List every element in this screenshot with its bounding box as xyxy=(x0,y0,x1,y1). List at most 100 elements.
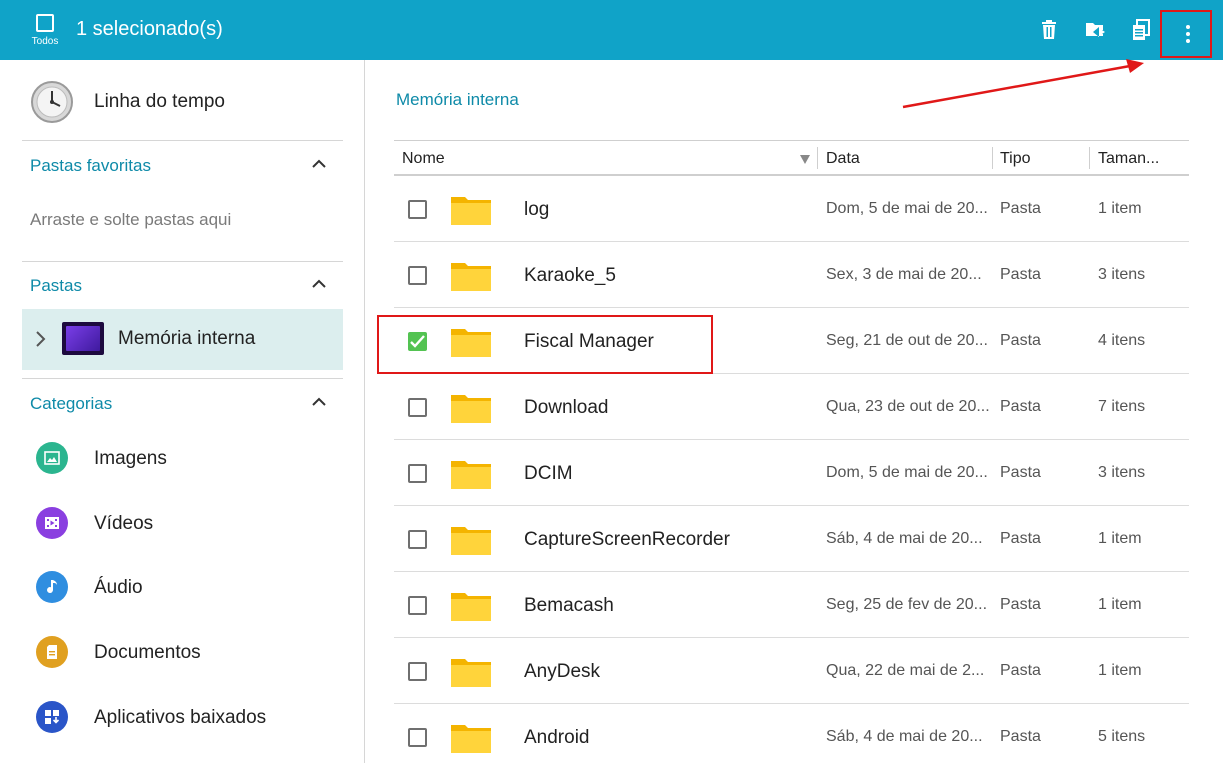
file-type: Pasta xyxy=(1000,530,1041,547)
file-list-panel: Memória interna Nome Data Tipo Taman... … xyxy=(366,60,1223,763)
row-checkbox[interactable] xyxy=(408,662,427,681)
file-type: Pasta xyxy=(1000,266,1041,283)
file-date: Sáb, 4 de mai de 20... xyxy=(826,728,983,745)
file-type: Pasta xyxy=(1000,596,1041,613)
chevron-up-icon[interactable] xyxy=(310,393,328,411)
file-date: Seg, 21 de out de 20... xyxy=(826,332,988,349)
file-name: AnyDesk xyxy=(524,661,601,682)
favorites-drop-hint: Arraste e solte pastas aqui xyxy=(30,210,232,229)
file-name: Android xyxy=(524,727,590,748)
sidebar-item-timeline[interactable]: Linha do tempo xyxy=(30,80,350,124)
folder-icon xyxy=(451,593,491,621)
file-date: Qua, 22 de mai de 2... xyxy=(826,662,985,679)
row-checkbox[interactable] xyxy=(408,728,427,747)
audio-icon xyxy=(36,571,68,603)
sort-descending-icon[interactable] xyxy=(799,153,811,165)
table-row[interactable]: DCIM Dom, 5 de mai de 20... Pasta 3 itens xyxy=(394,440,1189,506)
table-header: Nome Data Tipo Taman... xyxy=(394,140,1189,176)
row-checkbox[interactable] xyxy=(408,332,427,351)
file-size: 1 item xyxy=(1098,530,1142,547)
column-separator xyxy=(1089,147,1090,169)
chevron-up-icon[interactable] xyxy=(310,275,328,293)
table-row[interactable]: Android Sáb, 4 de mai de 20... Pasta 5 iten… xyxy=(394,704,1189,763)
table-row[interactable]: Karaoke_5 Sex, 3 de mai de 20... Pasta 3 it… xyxy=(394,242,1189,308)
file-type: Pasta xyxy=(1000,332,1041,349)
chevron-right-icon[interactable] xyxy=(34,329,48,349)
divider xyxy=(22,140,343,141)
divider xyxy=(22,261,343,262)
folders-section-header[interactable]: Pastas xyxy=(30,276,340,296)
file-name: log xyxy=(524,199,550,220)
move-to-folder-icon[interactable] xyxy=(1084,18,1108,42)
breadcrumb[interactable]: Memória interna xyxy=(396,90,519,110)
file-type: Pasta xyxy=(1000,200,1041,217)
chevron-up-icon[interactable] xyxy=(310,155,328,173)
row-checkbox[interactable] xyxy=(408,266,427,285)
column-type-header[interactable]: Tipo xyxy=(1000,150,1031,168)
downloaded-apps-icon xyxy=(36,701,68,733)
favorites-heading: Pastas favoritas xyxy=(30,156,151,175)
file-size: 3 itens xyxy=(1098,266,1146,283)
file-type: Pasta xyxy=(1000,728,1041,745)
category-downloaded-apps[interactable]: Aplicativos baixados xyxy=(36,701,336,735)
table-row[interactable]: Fiscal Manager Seg, 21 de out de 20... Pas… xyxy=(394,308,1189,374)
row-checkbox[interactable] xyxy=(408,398,427,417)
column-date-header[interactable]: Data xyxy=(826,150,860,168)
more-options-icon[interactable] xyxy=(1176,22,1200,46)
file-size: 1 item xyxy=(1098,662,1142,679)
documents-icon xyxy=(36,636,68,668)
file-size: 4 itens xyxy=(1098,332,1146,349)
favorites-section-header[interactable]: Pastas favoritas xyxy=(30,156,340,176)
file-name: Bemacash xyxy=(524,595,614,616)
file-date: Seg, 25 de fev de 20... xyxy=(826,596,988,613)
category-audio[interactable]: Áudio xyxy=(36,571,336,605)
divider xyxy=(22,378,343,379)
categories-section-header[interactable]: Categorias xyxy=(30,394,340,414)
row-checkbox[interactable] xyxy=(408,596,427,615)
file-name: Fiscal Manager xyxy=(524,331,654,352)
category-label: Imagens xyxy=(94,448,167,469)
table-row[interactable]: AnyDesk Qua, 22 de mai de 2... Pasta 1 item xyxy=(394,638,1189,704)
sidebar-item-internal-storage[interactable]: Memória interna xyxy=(22,309,343,370)
category-label: Vídeos xyxy=(94,513,154,534)
table-row[interactable]: CaptureScreenRecorder Sáb, 4 de mai de 20… xyxy=(394,506,1189,572)
folder-icon xyxy=(451,329,491,357)
folder-icon xyxy=(451,263,491,291)
categories-heading: Categorias xyxy=(30,394,113,413)
category-label: Documentos xyxy=(94,642,201,663)
copy-icon[interactable] xyxy=(1129,18,1153,42)
row-checkbox[interactable] xyxy=(408,530,427,549)
more-options-button[interactable] xyxy=(1160,10,1212,58)
row-checkbox[interactable] xyxy=(408,200,427,219)
category-images[interactable]: Imagens xyxy=(36,442,336,476)
category-label: Aplicativos baixados xyxy=(94,707,267,728)
select-all-box[interactable] xyxy=(36,14,54,32)
row-checkbox[interactable] xyxy=(408,464,427,483)
column-size-header[interactable]: Taman... xyxy=(1098,150,1159,168)
storage-thumbnail xyxy=(62,322,104,355)
folder-icon xyxy=(451,659,491,687)
delete-icon[interactable] xyxy=(1037,18,1061,42)
file-size: 3 itens xyxy=(1098,464,1146,481)
file-date: Sex, 3 de mai de 20... xyxy=(826,266,982,283)
table-row[interactable]: Download Qua, 23 de out de 20... Pasta 7 it… xyxy=(394,374,1189,440)
videos-icon xyxy=(36,507,68,539)
file-type: Pasta xyxy=(1000,464,1041,481)
file-type: Pasta xyxy=(1000,662,1041,679)
selection-count-title: 1 selecionado(s) xyxy=(76,18,223,40)
category-label: Áudio xyxy=(94,577,143,598)
file-date: Dom, 5 de mai de 20... xyxy=(826,464,988,481)
file-size: 5 itens xyxy=(1098,728,1146,745)
folder-icon xyxy=(451,527,491,555)
category-documents[interactable]: Documentos xyxy=(36,636,336,670)
select-all-label: Todos xyxy=(31,36,59,47)
sidebar: Linha do tempo Pastas favoritas Arraste … xyxy=(0,60,365,763)
category-videos[interactable]: Vídeos xyxy=(36,507,336,541)
table-row[interactable]: Bemacash Seg, 25 de fev de 20... Pasta 1 it… xyxy=(394,572,1189,638)
file-name: Karaoke_5 xyxy=(524,265,616,286)
table-row[interactable]: log Dom, 5 de mai de 20... Pasta 1 item xyxy=(394,176,1189,242)
timeline-label: Linha do tempo xyxy=(94,91,225,112)
select-all-checkbox[interactable]: Todos xyxy=(26,12,64,52)
column-name-header[interactable]: Nome xyxy=(402,150,445,168)
clock-icon xyxy=(31,81,73,123)
